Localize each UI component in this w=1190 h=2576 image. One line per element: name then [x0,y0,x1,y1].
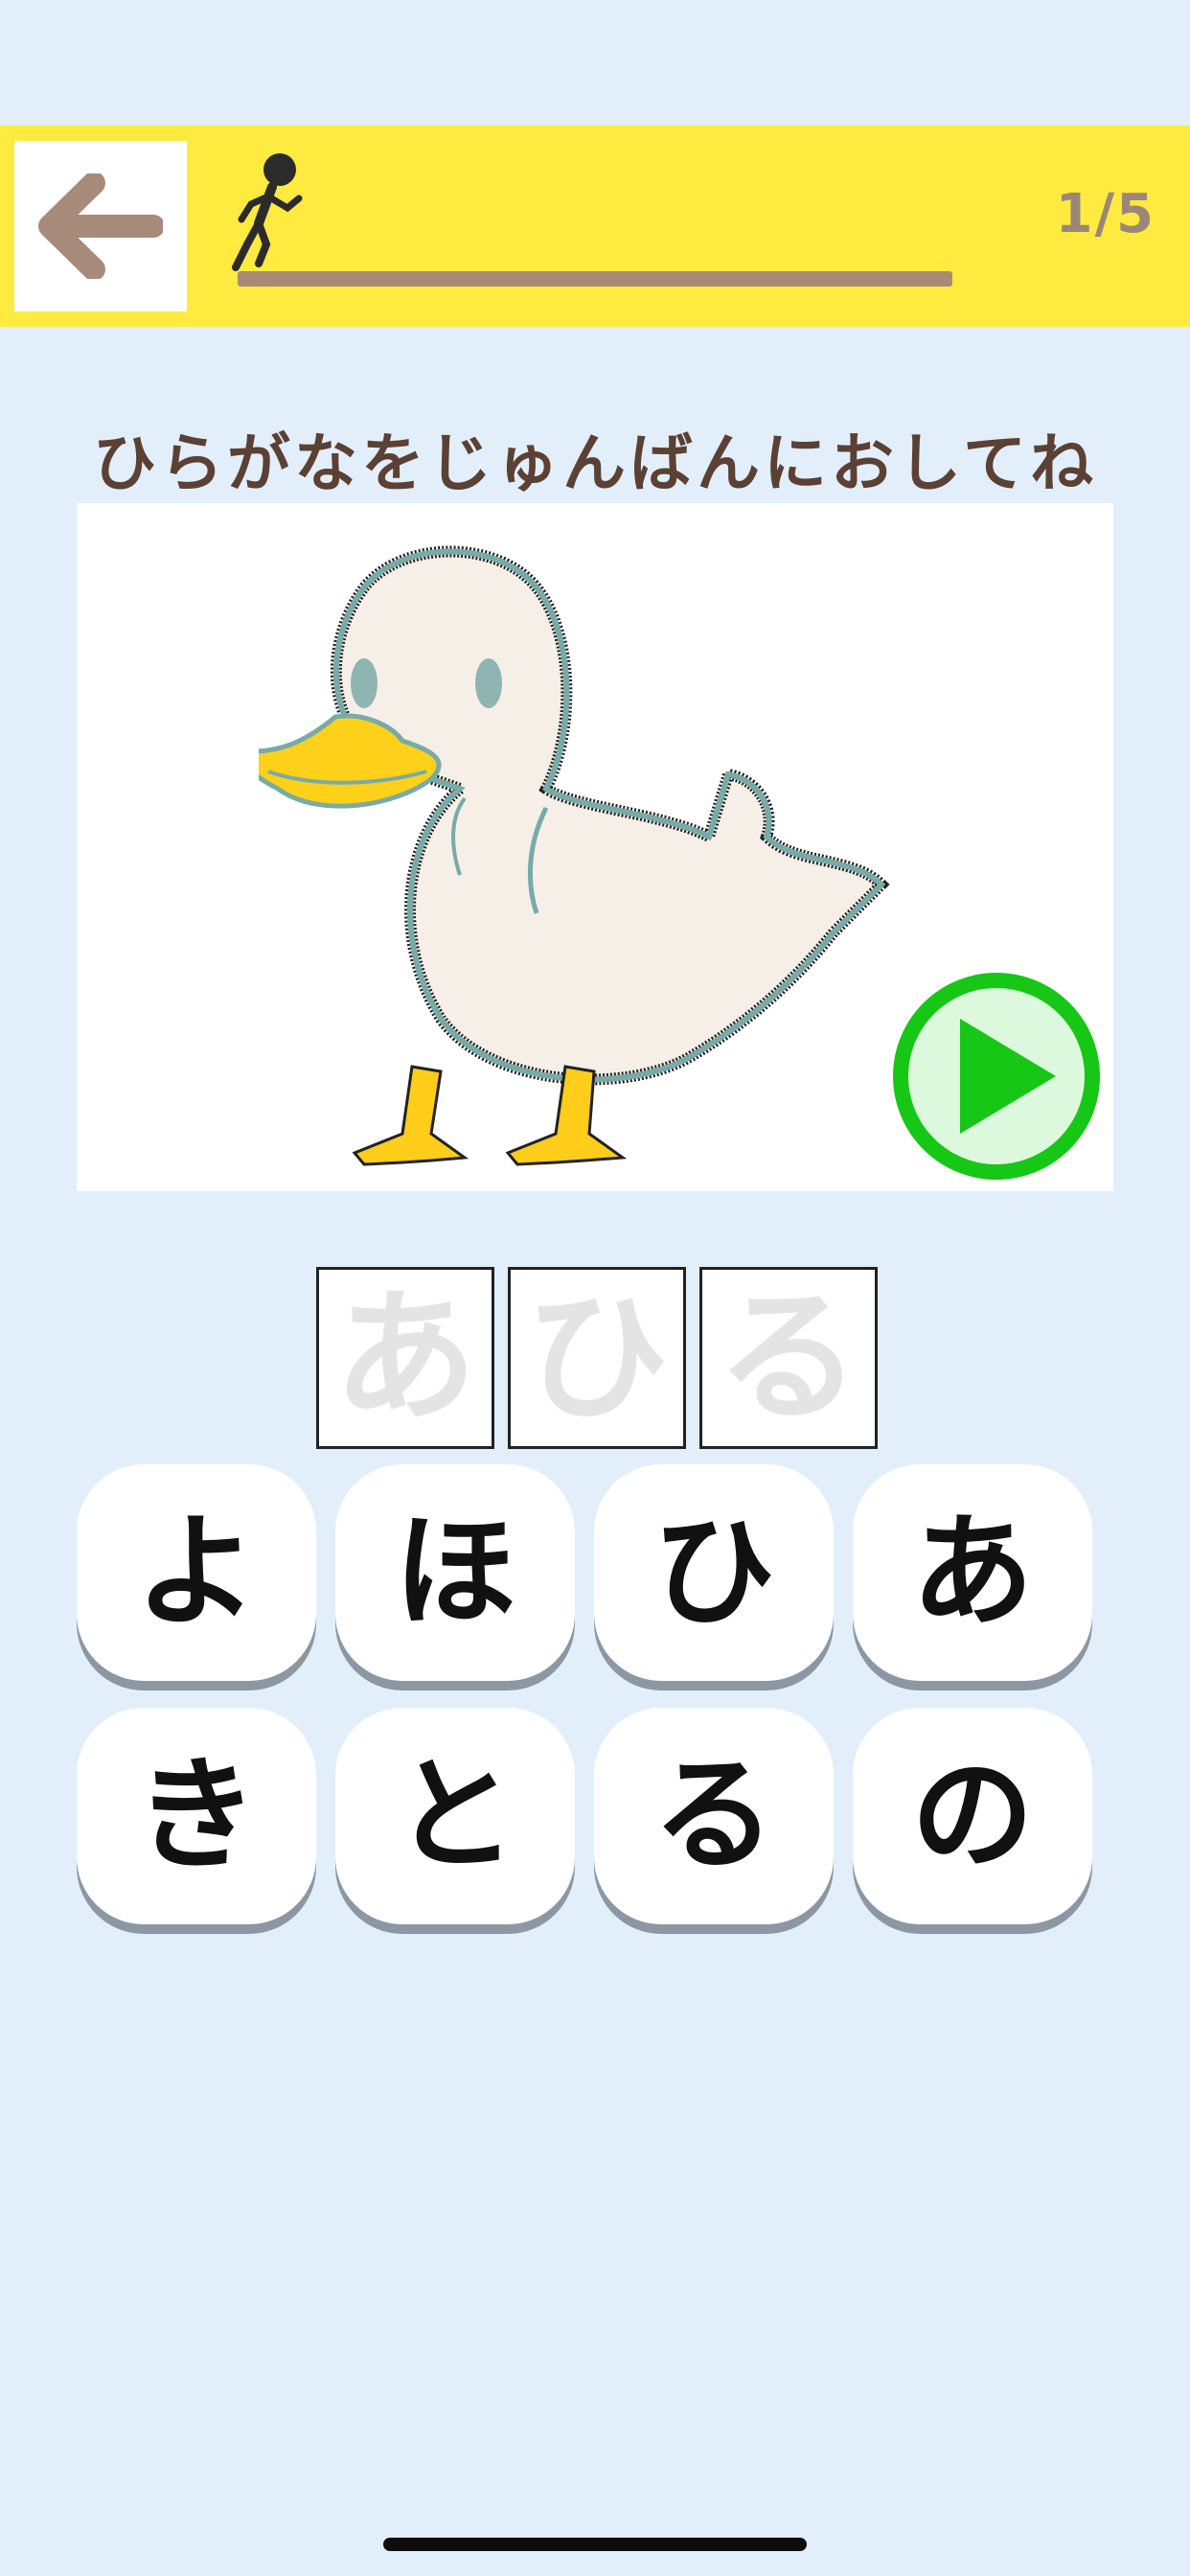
answer-slots: あ ひ る [316,1267,878,1449]
home-indicator[interactable] [383,2538,807,2551]
hiragana-key[interactable]: き [77,1708,316,1924]
hiragana-keyboard: よ ほ ひ あ き と る の [77,1464,1096,1924]
picture-card [77,503,1113,1191]
progress-track [238,271,952,287]
answer-slot: る [699,1267,878,1449]
answer-slot: あ [316,1267,494,1449]
hiragana-key[interactable]: と [335,1708,575,1924]
play-icon [893,973,1100,1180]
hiragana-key[interactable]: あ [853,1464,1092,1681]
hiragana-key[interactable]: ほ [335,1464,575,1681]
play-sound-button[interactable] [891,971,1102,1182]
hiragana-key[interactable]: ひ [594,1464,834,1681]
hiragana-key[interactable]: の [853,1708,1092,1924]
hiragana-key[interactable]: よ [77,1464,316,1681]
top-bar: 1/5 [0,126,1190,327]
duck-illustration [259,545,890,1166]
running-figure-icon [232,153,303,271]
answer-slot: ひ [508,1267,686,1449]
hiragana-key[interactable]: る [594,1708,834,1924]
arrow-left-icon [38,173,163,279]
instruction-text: ひらがなをじゅんばんにおしてね [92,426,1098,500]
progress-count: 1/5 [1055,183,1156,245]
back-button[interactable] [14,141,187,311]
